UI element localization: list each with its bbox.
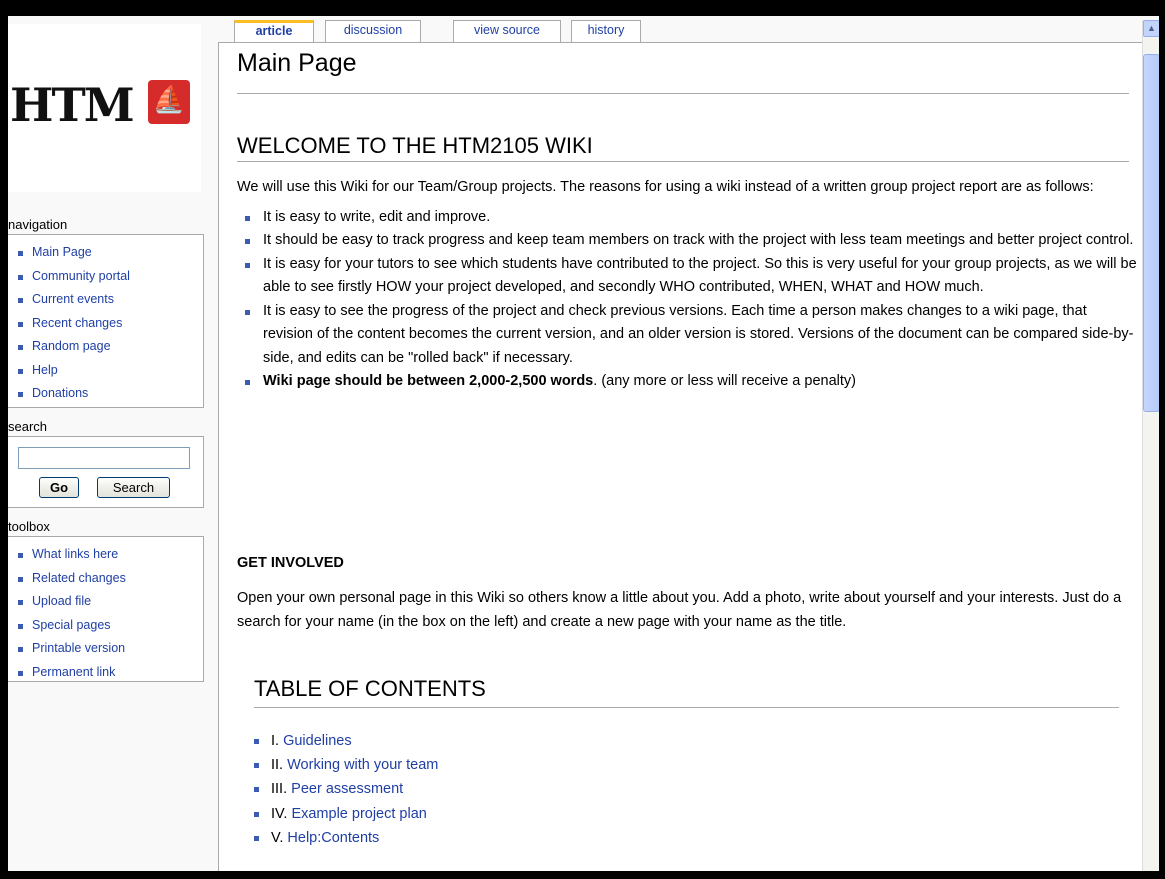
logo-seal-icon: ⛵: [148, 80, 190, 124]
toc-item: V. Help:Contents: [254, 826, 438, 850]
sidebar-item-main-page[interactable]: Main Page: [8, 241, 203, 265]
search-input[interactable]: [18, 447, 190, 469]
sidebar-item-upload-file[interactable]: Upload file: [8, 590, 203, 614]
toolbox-portlet: What links here Related changes Upload fil…: [8, 536, 204, 682]
scrollbar-thumb[interactable]: [1143, 54, 1159, 412]
go-button[interactable]: Go: [39, 477, 79, 498]
junk-boat-icon: ⛵: [152, 84, 186, 114]
sidebar-item-printable-version[interactable]: Printable version: [8, 637, 203, 661]
welcome-heading: WELCOME TO THE HTM2105 WIKI: [237, 133, 593, 158]
logo-text: HTM: [10, 78, 135, 132]
toolbox-heading: toolbox: [8, 519, 50, 534]
toc-number: I.: [271, 733, 284, 749]
sidebar-item-random-page[interactable]: Random page: [8, 335, 203, 359]
sidebar-item-related-changes[interactable]: Related changes: [8, 567, 203, 591]
toc-item: I. Guidelines: [254, 729, 438, 753]
search-heading: search: [8, 419, 48, 434]
list-item: It is easy to see the progress of the pr…: [237, 300, 1137, 371]
toc-link[interactable]: Help:Contents: [287, 830, 379, 846]
tab-article[interactable]: article: [234, 20, 314, 42]
list-item: It is easy for your tutors to see which …: [237, 253, 1137, 300]
toc-item: II. Working with your team: [254, 753, 438, 777]
search-button[interactable]: Search: [97, 477, 170, 498]
list-item: Wiki page should be between 2,000-2,500 …: [237, 370, 1137, 394]
sidebar-item-help[interactable]: Help: [8, 359, 203, 383]
navigation-heading: navigation: [8, 217, 68, 232]
toc-link[interactable]: Example project plan: [291, 806, 426, 822]
get-involved-heading: GET INVOLVED: [237, 555, 344, 571]
sidebar-item-what-links-here[interactable]: What links here: [8, 543, 203, 567]
title-divider: [237, 93, 1129, 94]
tab-view-source[interactable]: view source: [453, 20, 561, 42]
word-limit-note: . (any more or less will receive a penal…: [593, 373, 856, 389]
toc-divider: [254, 707, 1119, 708]
content-area: Main Page WELCOME TO THE HTM2105 WIKI We…: [218, 42, 1142, 871]
get-involved-text: Open your own personal page in this Wiki…: [237, 590, 1122, 630]
navigation-portlet: Main Page Community portal Current events R…: [8, 234, 204, 408]
toc-number: V.: [271, 829, 288, 846]
page-title: Main Page: [237, 49, 357, 77]
tab-discussion[interactable]: discussion: [325, 20, 421, 42]
toc-number: II.: [271, 757, 288, 774]
sidebar-item-current-events[interactable]: Current events: [8, 288, 203, 312]
toc-number: IV.: [271, 805, 292, 822]
toc-item: III. Peer assessment: [254, 777, 438, 801]
sidebar-item-donations[interactable]: Donations: [8, 382, 203, 406]
site-logo[interactable]: HTM ⛵: [8, 24, 201, 192]
navigation-list: Main Page Community portal Current events R…: [8, 235, 203, 406]
sidebar-item-special-pages[interactable]: Special pages: [8, 614, 203, 638]
toc-link[interactable]: Guidelines: [283, 733, 352, 749]
toc-heading: TABLE OF CONTENTS: [254, 676, 486, 701]
toolbox-list: What links here Related changes Upload fil…: [8, 537, 203, 684]
intro-text: We will use this Wiki for our Team/Group…: [237, 179, 1094, 195]
intro-section: We will use this Wiki for our Team/Group…: [237, 176, 1137, 394]
toc-link[interactable]: Working with your team: [287, 757, 438, 773]
reasons-list: It is easy to write, edit and improve. I…: [237, 206, 1137, 394]
sidebar-item-permanent-link[interactable]: Permanent link: [8, 661, 203, 685]
vertical-scrollbar[interactable]: ▲: [1142, 20, 1159, 871]
welcome-divider: [237, 161, 1129, 162]
search-portlet: Go Search: [8, 436, 204, 508]
browser-viewport: HTM ⛵ navigation Main Page Community port…: [8, 16, 1159, 871]
list-item: It should be easy to track progress and …: [237, 229, 1137, 253]
scroll-up-arrow-icon[interactable]: ▲: [1143, 20, 1159, 37]
sidebar-item-community-portal[interactable]: Community portal: [8, 265, 203, 289]
toc-number: III.: [271, 781, 292, 798]
toc-list: I. Guidelines II. Working with your team I…: [254, 729, 438, 850]
sidebar-item-recent-changes[interactable]: Recent changes: [8, 312, 203, 336]
toc-item: IV. Example project plan: [254, 802, 438, 826]
word-limit-bold: Wiki page should be between 2,000-2,500 …: [263, 373, 594, 389]
list-item: It is easy to write, edit and improve.: [237, 206, 1137, 230]
toc-link[interactable]: Peer assessment: [291, 781, 403, 797]
tab-history[interactable]: history: [571, 20, 641, 42]
